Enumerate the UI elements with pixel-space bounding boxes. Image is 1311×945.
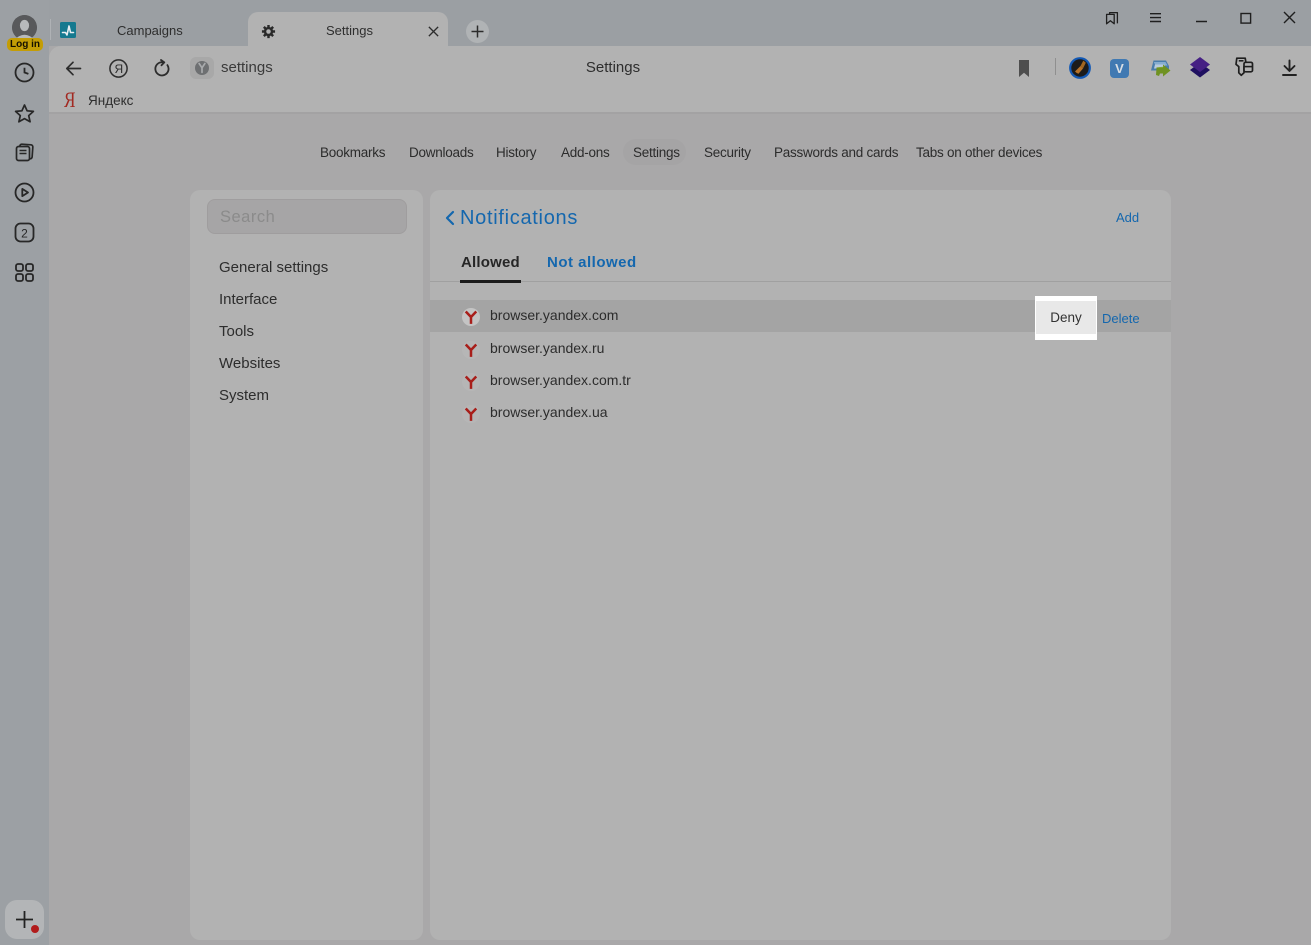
svg-text:2: 2	[21, 226, 28, 240]
